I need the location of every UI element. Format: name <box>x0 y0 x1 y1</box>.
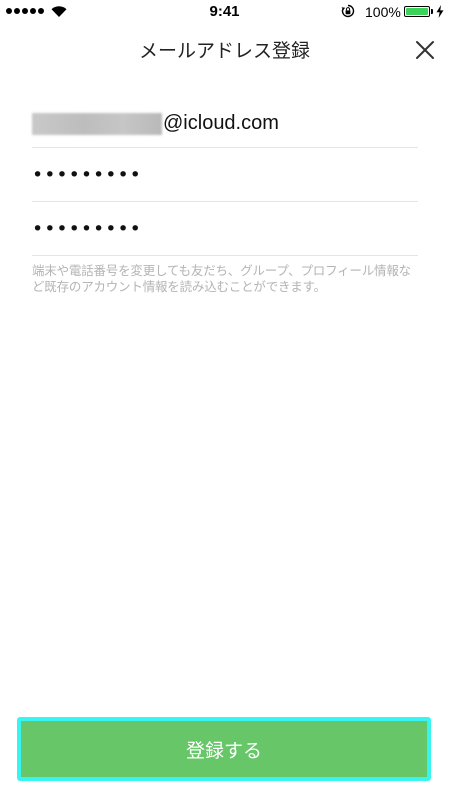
password-confirm-field[interactable]: ••••••••• <box>32 202 418 256</box>
battery-icon <box>404 6 430 17</box>
rotation-lock-icon <box>341 4 355 18</box>
close-icon <box>416 41 434 59</box>
register-button-label: 登録する <box>185 739 262 762</box>
email-field[interactable]: @icloud.com <box>32 94 418 148</box>
battery-cap <box>431 9 433 14</box>
password-mask: ••••••••• <box>32 164 142 186</box>
email-domain: @icloud.com <box>163 112 279 134</box>
close-button[interactable] <box>410 35 440 65</box>
status-bar: 9:41 100% <box>0 0 449 24</box>
charging-bolt-icon <box>436 5 444 18</box>
password-confirm-mask: ••••••••• <box>32 218 142 240</box>
password-field[interactable]: ••••••••• <box>32 148 418 202</box>
register-button[interactable]: 登録する <box>17 717 431 781</box>
email-value: @icloud.com <box>32 112 279 135</box>
battery-percent: 100% <box>365 4 401 20</box>
page-title: メールアドレス登録 <box>138 40 310 62</box>
info-note: 端末や電話番号を変更しても友だち、グループ、プロフィール情報など既存のアカウント… <box>32 263 411 294</box>
email-redacted-local-part <box>32 112 162 135</box>
